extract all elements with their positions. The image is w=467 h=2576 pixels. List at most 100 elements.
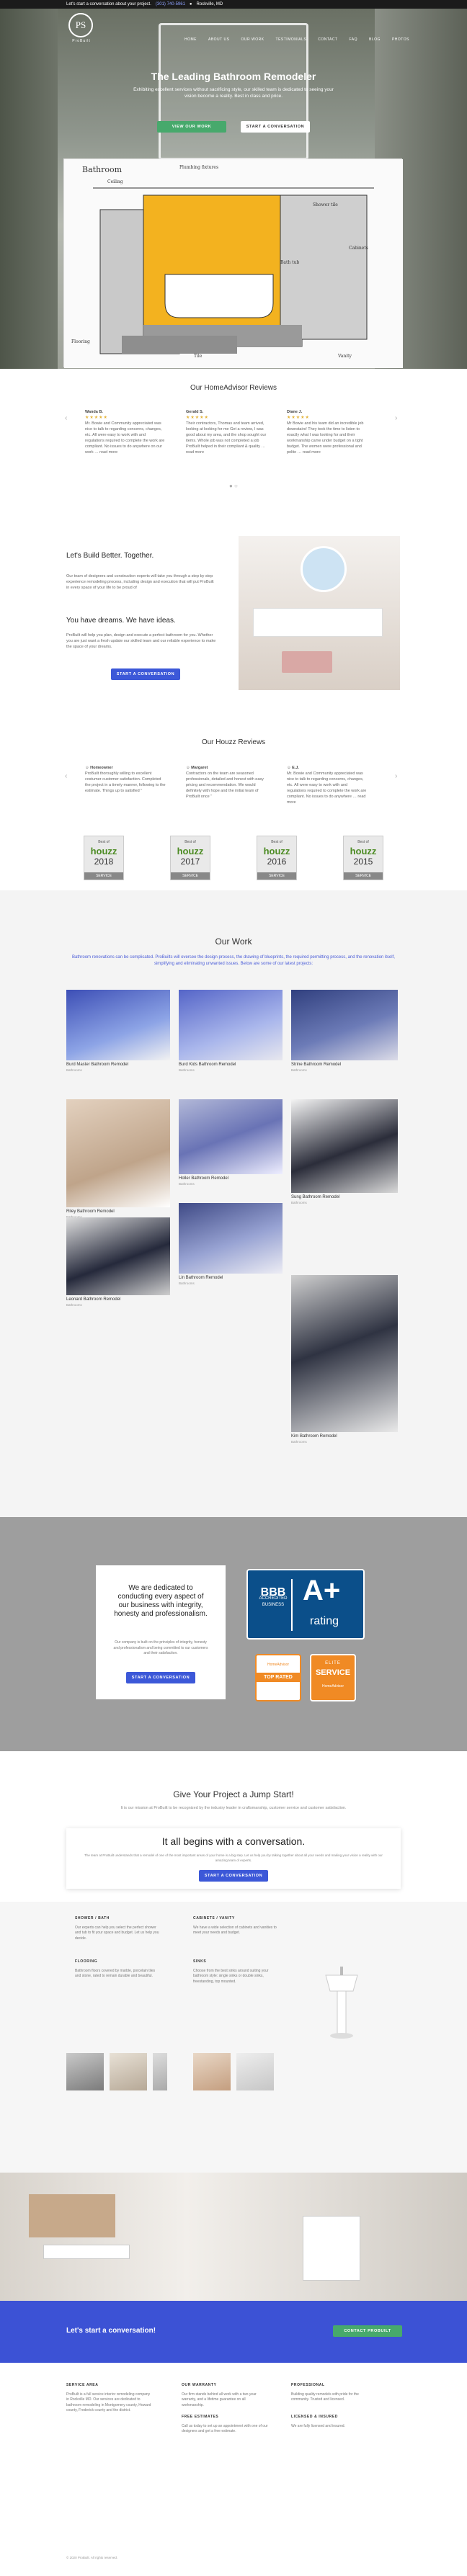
top-bar: Let's start a conversation about your pr… <box>0 0 467 9</box>
houzz-badge-2017: Best of houzz 2017 SERVICE <box>170 836 210 880</box>
prev-arrow-icon[interactable]: ‹ <box>65 414 67 422</box>
footer-col-licensed: LICENSED & INSURED We are fully licensed… <box>291 2415 345 2428</box>
sketch-drawing <box>64 159 403 368</box>
nav-about[interactable]: ABOUT US <box>208 37 229 42</box>
logo-text: ProBuilt <box>72 39 91 43</box>
build-title: Let's Build Better. Together. <box>66 552 154 560</box>
thumbnail-image[interactable] <box>153 2053 167 2090</box>
sketch-label-ceiling: Ceiling <box>107 179 123 184</box>
thumbnail-image[interactable] <box>66 2053 104 2090</box>
next-arrow-icon[interactable]: › <box>395 772 397 780</box>
project-card[interactable]: Burd Master Bathroom Remodel Bathrooms <box>66 990 170 1072</box>
houzz-badge-2018: Best of houzz 2018 SERVICE <box>84 836 124 880</box>
jumpstart-card-title: It all begins with a conversation. <box>161 1835 306 1847</box>
nav-contact[interactable]: CONTACT <box>318 37 337 42</box>
phone-link[interactable]: (301) 740-5961 <box>156 2 185 6</box>
topbar-text: Let's start a conversation about your pr… <box>66 2 151 6</box>
main-nav: HOME ABOUT US OUR WORK TESTIMONIALS CONT… <box>184 37 409 42</box>
user-icon: ☺ <box>287 766 291 770</box>
houzz-review-card: ☺ Margaret Contractors on the team are s… <box>186 766 264 799</box>
user-icon: ☺ <box>85 766 89 770</box>
build-paragraph-1: Our team of designers and construction e… <box>66 574 214 590</box>
dedicated-conversation-button[interactable]: START A CONVERSATION <box>126 1672 195 1683</box>
nav-home[interactable]: HOME <box>184 37 197 42</box>
project-card[interactable]: Strine Bathroom Remodel Bathrooms <box>291 990 398 1072</box>
nav-photos[interactable]: PHOTOS <box>392 37 409 42</box>
cta-text: Let's start a conversation! <box>66 2327 156 2335</box>
bathroom-photo <box>239 536 400 690</box>
homeadvisor-top-rated-badge: HomeAdvisor TOP RATED <box>255 1654 301 1701</box>
location-pin-icon: ● <box>189 2 192 6</box>
start-conversation-button[interactable]: START A CONVERSATION <box>241 121 310 133</box>
nav-testimonials[interactable]: TESTIMONIALS <box>276 37 307 42</box>
build-subtitle: You have dreams. We have ideas. <box>66 617 176 625</box>
jumpstart-title: Give Your Project a Jump Start! <box>173 1789 294 1799</box>
footer-col-estimates: FREE ESTIMATES Call us today to set up a… <box>182 2415 268 2433</box>
sketch-label-tile: Tile <box>194 354 203 359</box>
dedicated-text: Our company is built on the principles o… <box>113 1640 208 1655</box>
homeadvisor-title: Our HomeAdvisor Reviews <box>190 384 277 392</box>
feature-shower: SHOWER / BATH Our experts can help you s… <box>75 1916 159 1941</box>
dedicated-card: We are dedicated to conducting every asp… <box>96 1565 226 1699</box>
dedicated-section <box>0 1517 467 1751</box>
project-card[interactable]: Riley Bathroom Remodel Bathrooms <box>66 1099 170 1219</box>
sketch-label-vanity: Vanity <box>338 354 352 359</box>
topbar-location: Rockville, MD <box>196 2 223 6</box>
homeadvisor-elite-badge: ELITE SERVICE HomeAdvisor <box>310 1654 356 1701</box>
footer-col-professional: PROFESSIONAL Building quality remodels w… <box>291 2383 359 2402</box>
project-card[interactable]: Holler Bathroom Remodel Bathrooms <box>179 1099 283 1186</box>
houzz-badge-2016: Best of houzz 2016 SERVICE <box>257 836 297 880</box>
features-section <box>0 1902 467 2175</box>
contact-button[interactable]: CONTACT PROBUILT <box>333 2325 402 2337</box>
thumbnail-image[interactable] <box>193 2053 231 2090</box>
houzz-review-card: ☺ Homeowner ProBuilt thoroughly willing … <box>85 766 166 793</box>
copyright: © 2020 ProBuilt. All rights reserved. <box>66 2556 118 2559</box>
sink-illustration <box>323 1961 360 2040</box>
user-icon: ☺ <box>186 766 190 770</box>
jumpstart-conversation-button[interactable]: START A CONVERSATION <box>199 1870 268 1882</box>
prev-arrow-icon[interactable]: ‹ <box>65 772 67 780</box>
sketch-label-floor: Flooring <box>71 339 90 344</box>
view-work-button[interactable]: VIEW OUR WORK <box>157 121 226 133</box>
project-card[interactable]: Kim Bathroom Remodel Bathrooms <box>291 1275 398 1444</box>
star-rating: ★★★★★ <box>287 416 310 420</box>
hero-title: The Leading Bathroom Remodeler <box>151 71 316 82</box>
thumbnail-image[interactable] <box>236 2053 274 2090</box>
jumpstart-intro: It is our mission at ProBuilt to be reco… <box>120 1806 347 1810</box>
nav-our-work[interactable]: OUR WORK <box>241 37 264 42</box>
hero-subtitle: Exhibiting excellent services without sa… <box>133 87 334 99</box>
houzz-title: Our Houzz Reviews <box>201 738 266 746</box>
feature-flooring: FLOORING Bathroom floors covered by marb… <box>75 1959 156 1978</box>
thumbnail-image[interactable] <box>110 2053 147 2090</box>
build-conversation-button[interactable]: START A CONVERSATION <box>111 668 180 680</box>
houzz-review-card: ☺ E.J. Mr. Bowie and Community appreciat… <box>287 766 367 805</box>
project-card[interactable]: Burd Kids Bathroom Remodel Bathrooms <box>179 990 283 1072</box>
sketch-logo: Bathroom <box>82 165 123 174</box>
feature-sinks: SINKS Choose from the best sinks around … <box>193 1959 269 1984</box>
project-card[interactable]: Leonard Bathroom Remodel Bathrooms <box>66 1217 170 1307</box>
footer-col-warranty: OUR WARRANTY Our firm stands behind all … <box>182 2383 257 2407</box>
logo[interactable]: PS <box>68 13 93 37</box>
sketch-label-cabinets: Cabinets <box>349 246 368 251</box>
bathroom-sketch: Bathroom Ceiling Plumbing fixtures Showe… <box>63 158 403 368</box>
review-card: Gerald S. ★★★★★ Their contractors, Thoma… <box>186 410 267 455</box>
houzz-badge-2015: Best of houzz 2015 SERVICE <box>343 836 383 880</box>
carousel-dots[interactable]: ● ○ <box>229 483 238 489</box>
footer-col-service: SERVICE AREA ProBuilt is a full service … <box>66 2383 151 2412</box>
sketch-label-tub: Bath tub <box>280 260 300 265</box>
dedicated-title: We are dedicated to conducting every asp… <box>114 1584 208 1618</box>
our-work-intro: Bathroom renovations can be complicated.… <box>72 955 395 966</box>
sketch-label-plumbing: Plumbing fixtures <box>179 165 219 170</box>
cta-band: Let's start a conversation! CONTACT PROB… <box>0 2301 467 2363</box>
star-rating: ★★★★★ <box>186 416 209 420</box>
next-arrow-icon[interactable]: › <box>395 414 397 422</box>
project-card[interactable]: Sung Bathroom Remodel Bathrooms <box>291 1099 398 1204</box>
review-card: Diane J. ★★★★★ Mr Bowie and his team did… <box>287 409 368 455</box>
sketch-label-shower: Shower tile <box>313 202 338 207</box>
jumpstart-card-text: The team at ProBuilt understands that a … <box>84 1853 383 1862</box>
review-card: Wanda B. ★★★★★ Mr. Bowie and Community a… <box>85 410 165 455</box>
nav-faq[interactable]: FAQ <box>350 37 358 42</box>
nav-blog[interactable]: BLOG <box>369 37 381 42</box>
our-work-title: Our Work <box>215 936 252 947</box>
project-card[interactable]: Lin Bathroom Remodel Bathrooms <box>179 1203 283 1285</box>
